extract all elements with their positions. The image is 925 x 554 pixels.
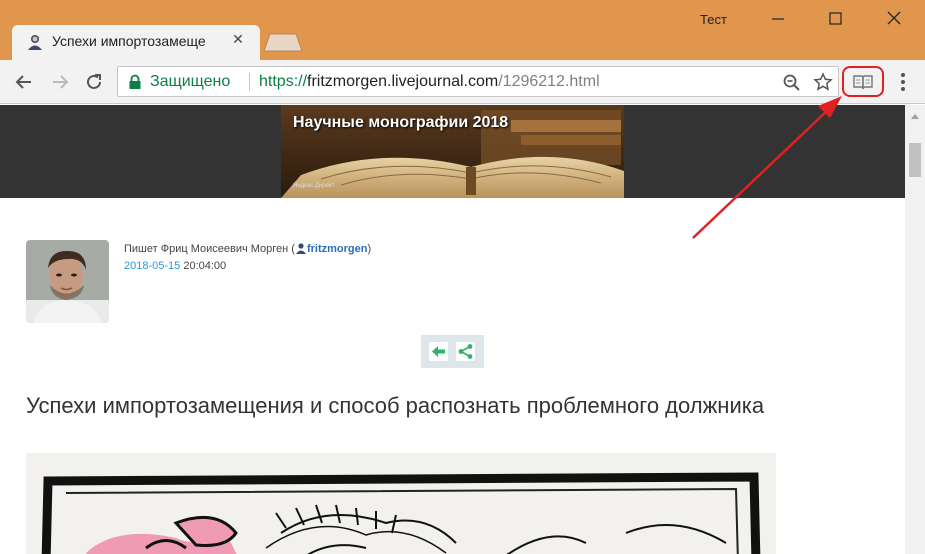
post-illustration[interactable] [26, 453, 776, 554]
banner-ad-label: Яндекс.Директ [293, 183, 335, 189]
minimize-button[interactable] [758, 6, 798, 30]
post-title: Успехи импортозамещения и способ распозн… [26, 393, 765, 418]
url-text[interactable]: https://fritzmorgen.livejournal.com/1296… [259, 73, 600, 91]
tab-title: Успехи импортозамеще [52, 33, 206, 49]
post-actions [421, 335, 484, 368]
kebab-menu-icon[interactable] [893, 70, 913, 94]
share-icon[interactable] [456, 342, 475, 361]
browser-tab-active[interactable]: Успехи импортозамеще ✕ [12, 25, 260, 60]
secure-label[interactable]: Защищено [150, 73, 230, 91]
post-time: 20:04:00 [183, 260, 227, 272]
lock-icon [129, 74, 141, 89]
post-dateline: 2018-05-15 20:04:00 [124, 260, 226, 272]
url-scheme: https:// [259, 73, 308, 90]
user-icon[interactable] [295, 242, 307, 254]
browser-toolbar: Защищено https://fritzmorgen.livejournal… [0, 60, 925, 104]
banner-ad[interactable]: Научные монографии 2018 Яндекс.Директ [281, 105, 624, 198]
page-viewport: Научные монографии 2018 Яндекс.Директ Пи… [0, 105, 905, 554]
star-icon[interactable] [813, 72, 833, 92]
address-bar[interactable]: Защищено https://fritzmorgen.livejournal… [117, 66, 839, 97]
scrollbar-thumb[interactable] [909, 143, 921, 177]
zoom-out-icon[interactable] [782, 73, 802, 93]
close-icon[interactable]: ✕ [230, 31, 246, 47]
omnibox-divider [249, 73, 250, 91]
user-icon [28, 35, 42, 50]
post-date-link[interactable]: 2018-05-15 [124, 260, 180, 272]
banner-title: Научные монографии 2018 [293, 114, 509, 131]
byline-prefix: Пишет Фриц Моисеевич Морген ( [124, 243, 295, 255]
new-tab-button[interactable] [262, 32, 304, 52]
window-titlebar: Успехи импортозамеще ✕ Тест [0, 0, 925, 60]
author-username-link[interactable]: fritzmorgen [307, 243, 368, 255]
reader-mode-book-icon [853, 75, 873, 90]
page-scrollbar[interactable] [905, 105, 925, 554]
avatar[interactable] [26, 240, 109, 323]
byline-suffix: ) [367, 243, 372, 255]
reload-icon[interactable] [82, 70, 106, 94]
profile-name[interactable]: Тест [700, 12, 727, 27]
maximize-button[interactable] [815, 6, 855, 30]
scroll-up-icon[interactable] [905, 109, 925, 123]
forward-arrow-icon[interactable] [48, 70, 72, 94]
url-host: fritzmorgen.livejournal.com [307, 73, 499, 90]
arrow-left-icon[interactable] [429, 342, 448, 361]
url-path: /1296212.html [498, 73, 600, 90]
author-photo [26, 240, 109, 323]
post-byline: Пишет Фриц Моисеевич Морген ( fritzmorgen… [124, 242, 371, 255]
back-arrow-icon[interactable] [12, 70, 36, 94]
banner-strip: Научные монографии 2018 Яндекс.Директ [0, 105, 905, 198]
reader-mode-button[interactable] [842, 66, 884, 97]
drawing-image [26, 453, 776, 554]
window-close-button[interactable] [874, 6, 914, 30]
